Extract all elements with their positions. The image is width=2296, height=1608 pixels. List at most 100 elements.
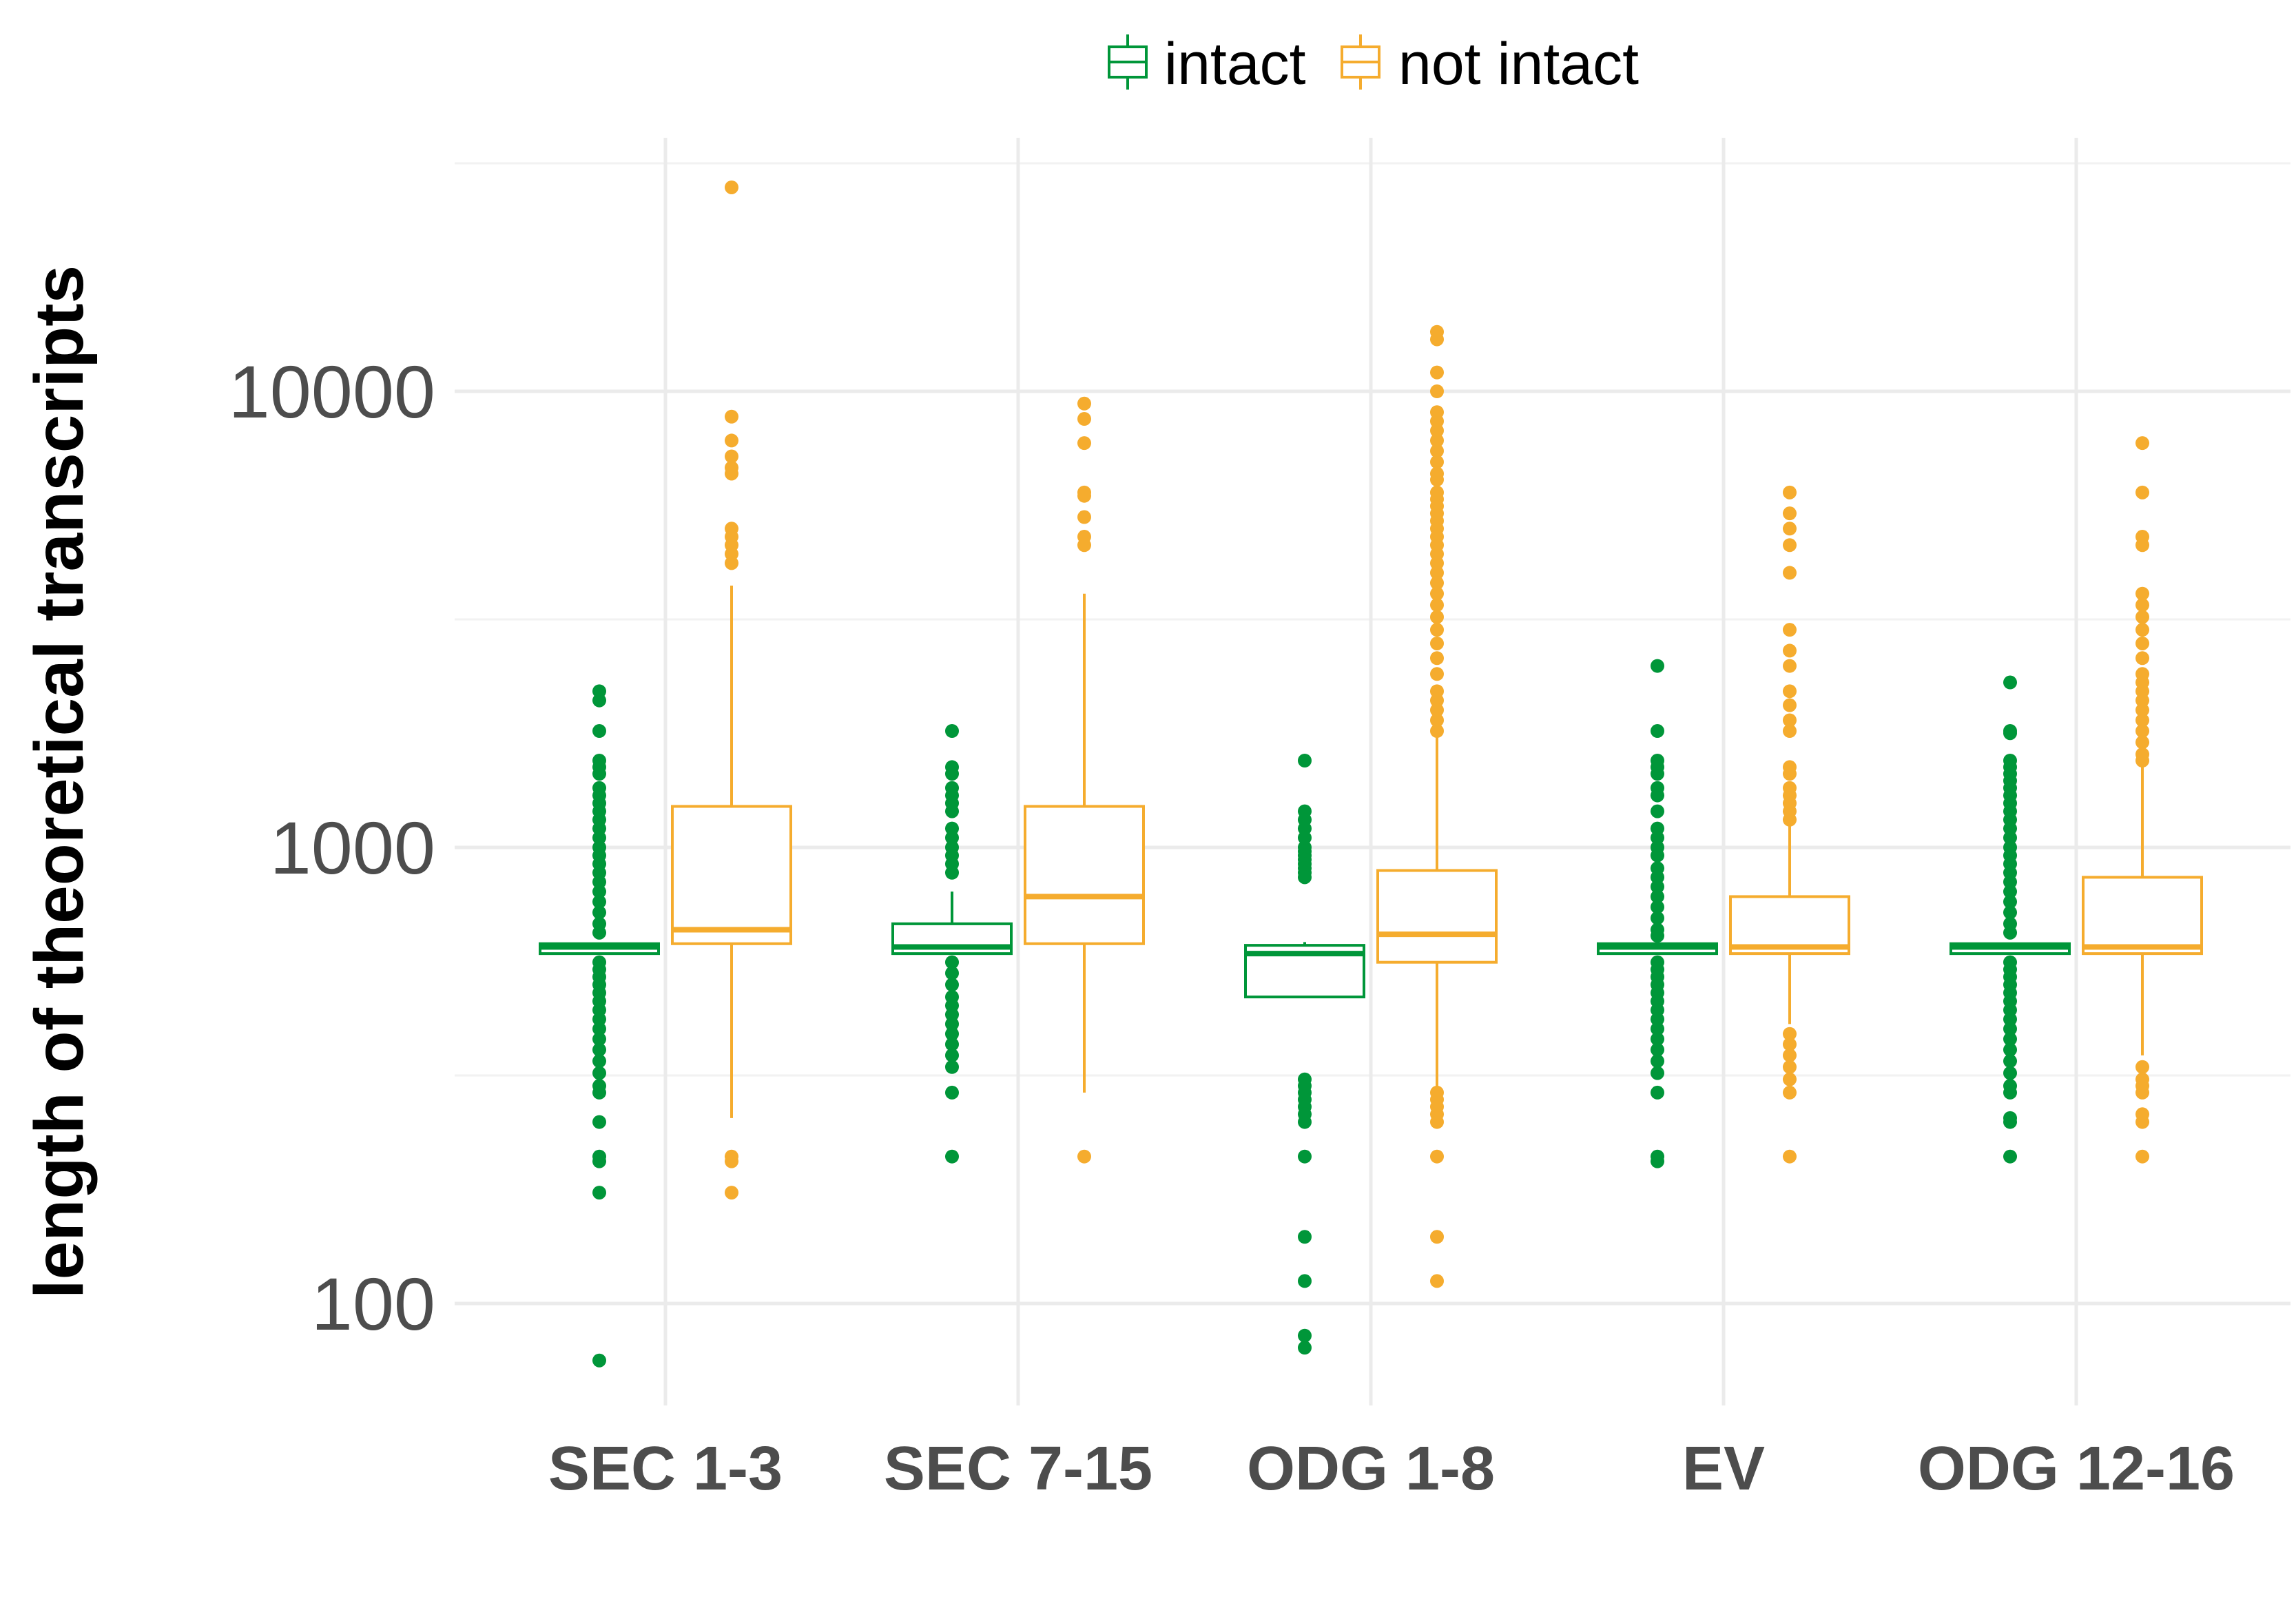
outlier-point	[2135, 1060, 2149, 1074]
outlier-point	[1651, 1054, 1664, 1069]
outlier-point	[2003, 1066, 2017, 1080]
outlier-point	[2003, 1054, 2017, 1069]
iqr-box	[2082, 876, 2203, 956]
outlier-point	[592, 767, 606, 781]
outlier-point	[945, 1085, 959, 1100]
outlier-point	[592, 1115, 606, 1129]
outlier-point	[1430, 1115, 1444, 1129]
outlier-point	[1430, 598, 1444, 612]
outlier-point	[1651, 767, 1664, 781]
outlier-point	[1430, 610, 1444, 624]
outlier-point	[2135, 636, 2149, 650]
outlier-point	[592, 1353, 606, 1368]
legend-key-box-icon	[1108, 34, 1148, 90]
outlier-point	[725, 180, 738, 194]
outlier-point	[945, 1060, 959, 1074]
outlier-point	[1651, 724, 1664, 739]
box-not-intact-1	[1024, 396, 1145, 1164]
outlier-point	[1651, 929, 1664, 943]
outlier-point	[1077, 538, 1091, 553]
y-tick-label: 1000	[270, 806, 435, 889]
outlier-point	[2003, 925, 2017, 940]
outlier-point	[592, 1066, 606, 1080]
outlier-point	[592, 724, 606, 739]
outlier-point	[725, 466, 738, 481]
box-not-intact-3	[1729, 485, 1850, 1164]
outlier-point	[1651, 1066, 1664, 1080]
outlier-point	[592, 1054, 606, 1069]
outlier-point	[1077, 436, 1091, 451]
x-tick-label: SEC 7-15	[884, 1434, 1152, 1503]
iqr-box	[671, 805, 792, 945]
outlier-point	[945, 767, 959, 781]
outlier-point	[1651, 1154, 1664, 1168]
box-not-intact-4	[2082, 436, 2203, 1164]
box-intact-1	[891, 724, 1013, 1164]
x-tick-label: ODG 12-16	[1918, 1434, 2235, 1503]
outlier-point	[2135, 1149, 2149, 1164]
outlier-point	[945, 1149, 959, 1164]
outlier-point	[1298, 1328, 1312, 1343]
outlier-point	[1430, 384, 1444, 398]
y-axis-title: length of theoretical transcripts	[21, 265, 98, 1299]
outlier-point	[592, 1154, 606, 1168]
legend: intact not intact	[1108, 31, 1639, 97]
outlier-point	[1298, 1230, 1312, 1244]
outlier-point	[1783, 538, 1797, 553]
boxplot-chart: 100 1000 10000 SEC 1-3 SEC 7-15 ODG 1-8 EV ODG…	[0, 0, 2296, 1605]
outlier-point	[1430, 1149, 1444, 1164]
outlier-point	[592, 1186, 606, 1200]
outlier-point	[1298, 870, 1312, 885]
outlier-point	[1783, 485, 1797, 499]
outlier-point	[1298, 1115, 1312, 1129]
outlier-point	[1651, 848, 1664, 863]
outlier-point	[1783, 623, 1797, 637]
outlier-point	[1651, 804, 1664, 818]
outlier-point	[2135, 598, 2149, 612]
outlier-point	[1783, 1149, 1797, 1164]
outlier-point	[2003, 675, 2017, 690]
outlier-point	[725, 556, 738, 570]
outlier-point	[2003, 1149, 2017, 1164]
y-tick-label: 100	[311, 1262, 435, 1346]
x-tick-label: ODG 1-8	[1247, 1434, 1495, 1503]
outlier-point	[1430, 636, 1444, 650]
outlier-point	[2135, 651, 2149, 666]
outlier-point	[1430, 365, 1444, 380]
outlier-point	[1783, 506, 1797, 521]
outlier-point	[1783, 1060, 1797, 1074]
outlier-point	[1077, 488, 1091, 503]
outlier-point	[1430, 1274, 1444, 1288]
outlier-point	[2135, 623, 2149, 637]
outlier-point	[1077, 1149, 1091, 1164]
outlier-point	[1077, 510, 1091, 524]
outlier-point	[1298, 1341, 1312, 1355]
iqr-box	[1024, 805, 1145, 945]
outlier-point	[725, 409, 738, 424]
outlier-point	[2135, 1115, 2149, 1129]
chart-svg: 100 1000 10000 SEC 1-3 SEC 7-15 ODG 1-8 EV ODG…	[21, 31, 2290, 1503]
box-intact-3	[1597, 659, 1718, 1168]
legend-item-intact: intact	[1108, 31, 1306, 97]
outlier-point	[945, 804, 959, 818]
outlier-point	[2135, 485, 2149, 499]
outlier-point	[725, 433, 738, 448]
box-intact-2	[1244, 754, 1365, 1355]
outlier-point	[1783, 812, 1797, 827]
outlier-point	[1651, 788, 1664, 803]
outlier-point	[2135, 436, 2149, 451]
outlier-point	[1783, 684, 1797, 699]
outlier-point	[592, 693, 606, 708]
outlier-point	[1077, 412, 1091, 426]
outlier-point	[945, 978, 959, 992]
outlier-point	[1430, 332, 1444, 347]
x-tick-label: SEC 1-3	[548, 1434, 783, 1503]
outlier-point	[1783, 659, 1797, 673]
outlier-point	[1298, 1149, 1312, 1164]
outlier-point	[1783, 767, 1797, 781]
outlier-point	[1430, 1230, 1444, 1244]
outlier-point	[1783, 698, 1797, 712]
outlier-point	[1430, 724, 1444, 739]
outlier-point	[2135, 538, 2149, 553]
box-not-intact-0	[671, 180, 792, 1200]
